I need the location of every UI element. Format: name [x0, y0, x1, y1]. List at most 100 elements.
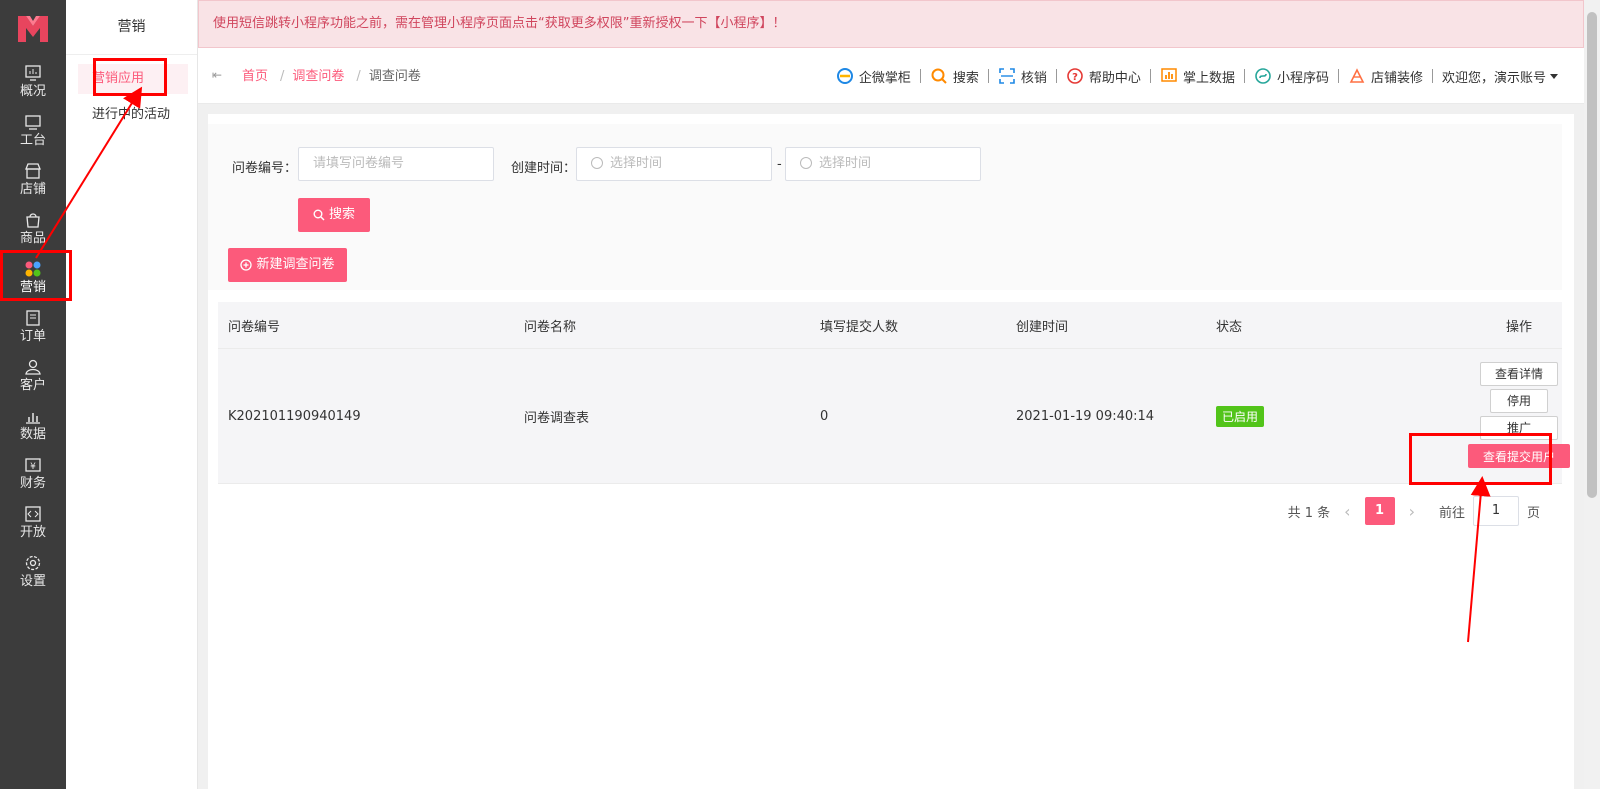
nav-item-finance[interactable]: ¥ 财务: [0, 450, 66, 498]
miniapp-icon: [1255, 68, 1271, 84]
disable-button[interactable]: 停用: [1490, 389, 1548, 413]
toolbar-miniapp-code[interactable]: 小程序码: [1254, 67, 1329, 86]
help-icon: ?: [1067, 68, 1083, 84]
created-time-label: 创建时间：: [511, 161, 577, 176]
search-button[interactable]: 搜索: [298, 198, 370, 232]
toolbar-verify[interactable]: 核销: [998, 67, 1047, 86]
annotation-box-view-submitters: [1409, 433, 1552, 485]
nav-item-workbench[interactable]: 工台: [0, 107, 66, 155]
nav-label: 设置: [19, 574, 46, 589]
toolbar: 企微掌柜 搜索 核销 ? 帮助中心 掌上数据 小程序码 店铺装修 欢迎您，演示账…: [836, 66, 1558, 86]
start-time-picker[interactable]: 选择时间: [576, 147, 772, 181]
start-time-placeholder: 选择时间: [610, 156, 663, 171]
col-header-id: 问卷编号: [228, 319, 281, 335]
new-survey-button[interactable]: 新建调查问卷: [228, 248, 347, 282]
col-header-count: 填写提交人数: [820, 319, 899, 335]
collapse-menu-icon[interactable]: ⇤: [212, 68, 224, 82]
end-time-picker[interactable]: 选择时间: [785, 147, 981, 181]
user-icon: [25, 359, 41, 375]
gear-icon: [25, 555, 41, 571]
prev-page-icon[interactable]: ‹: [1344, 502, 1350, 521]
toolbar-wecom[interactable]: 企微掌柜: [836, 67, 911, 86]
order-icon: [26, 310, 40, 326]
nav-item-data[interactable]: 数据: [0, 401, 66, 449]
breadcrumb-home[interactable]: 首页: [242, 69, 268, 84]
survey-table: 问卷编号 问卷名称 填写提交人数 创建时间 状态 操作 K20210119094…: [218, 302, 1570, 484]
filter-panel: 问卷编号： 请填写问卷编号 创建时间： 选择时间 - 选择时间 搜索 新建调查问…: [208, 124, 1562, 290]
annotation-box-marketing-nav: [0, 250, 72, 301]
page-suffix: 页: [1526, 505, 1540, 521]
cell-status: 已启用: [1216, 405, 1476, 427]
toolbar-help[interactable]: ? 帮助中心: [1066, 67, 1141, 86]
monitor-icon: [25, 115, 41, 130]
nav-label: 开放: [19, 525, 46, 540]
header-bar: ⇤ 首页 / 调查问卷 / 调查问卷 企微掌柜 搜索 核销 ? 帮助中心 掌上数据: [198, 48, 1584, 104]
svg-text:¥: ¥: [30, 462, 36, 472]
toolbar-label: 企微掌柜: [858, 70, 911, 86]
user-greeting: 欢迎您，演示账号: [1441, 70, 1546, 86]
goto-page-input[interactable]: 1: [1472, 496, 1519, 526]
cell-count: 0: [820, 408, 829, 424]
svg-text:?: ?: [1072, 72, 1078, 83]
brush-icon: [1349, 68, 1365, 83]
user-menu[interactable]: 欢迎您，演示账号: [1442, 67, 1558, 86]
submenu-title: 营销: [66, 0, 197, 55]
search-icon: [313, 209, 325, 220]
survey-id-label: 问卷编号：: [232, 161, 298, 176]
annotation-box-marketing-apps: [93, 58, 167, 96]
clock-icon: [591, 156, 603, 169]
goto-label: 前往: [1438, 505, 1465, 521]
nav-item-goods[interactable]: 商品: [0, 205, 66, 253]
toolbar-label: 掌上数据: [1182, 70, 1235, 86]
scan-icon: [999, 68, 1015, 84]
new-survey-button-label: 新建调查问卷: [256, 257, 335, 272]
chart-icon: [26, 413, 40, 424]
nav-item-settings[interactable]: 设置: [0, 548, 66, 596]
nav-item-open[interactable]: 开放: [0, 499, 66, 547]
col-header-created: 创建时间: [1016, 319, 1069, 335]
breadcrumb-current: 调查问卷: [368, 69, 421, 84]
nav-label: 客户: [19, 378, 46, 393]
submenu-item-active-campaigns[interactable]: 进行中的活动: [78, 100, 188, 130]
view-details-button[interactable]: 查看详情: [1480, 362, 1558, 386]
plus-circle-icon: [240, 258, 253, 271]
col-header-name: 问卷名称: [524, 319, 577, 335]
dashboard-icon: [25, 65, 41, 81]
page-current[interactable]: 1: [1364, 497, 1395, 525]
search-icon: [931, 68, 947, 84]
toolbar-decoration[interactable]: 店铺装修: [1348, 67, 1423, 86]
nav-item-orders[interactable]: 订单: [0, 303, 66, 351]
survey-id-input[interactable]: 请填写问卷编号: [298, 147, 494, 181]
vertical-scrollbar[interactable]: [1584, 0, 1600, 789]
nav-item-overview[interactable]: 概况: [0, 58, 66, 106]
nav-item-customers[interactable]: 客户: [0, 352, 66, 400]
nav-label: 数据: [19, 427, 46, 442]
total-count: 共 1 条: [1287, 505, 1331, 521]
code-icon: [25, 506, 41, 522]
col-header-status: 状态: [1216, 319, 1243, 335]
table-row: K202101190940149 问卷调查表 0 2021-01-19 09:4…: [218, 348, 1570, 484]
table-header: 问卷编号 问卷名称 填写提交人数 创建时间 状态 操作: [218, 302, 1562, 348]
nav-label: 商品: [19, 231, 46, 246]
date-range-separator: -: [777, 157, 782, 172]
breadcrumb-survey[interactable]: 调查问卷: [292, 69, 344, 84]
toolbar-label: 小程序码: [1276, 70, 1329, 86]
toolbar-label: 帮助中心: [1088, 70, 1141, 86]
brand-logo[interactable]: [16, 12, 50, 46]
left-nav: 概况 工台 店铺 商品 营销 订单 客户 数据 ¥ 财务 开放 设置: [0, 0, 66, 789]
col-header-actions: 操作: [1505, 319, 1532, 335]
bar-chart-icon: [1161, 68, 1177, 82]
survey-id-placeholder: 请填写问卷编号: [313, 156, 405, 171]
nav-item-store[interactable]: 店铺: [0, 156, 66, 204]
notice-bar: 使用短信跳转小程序功能之前，需在管理小程序页面点击“获取更多权限”重新授权一下【…: [198, 0, 1584, 48]
cell-id: K202101190940149: [228, 408, 361, 424]
content-panel: 问卷编号： 请填写问卷编号 创建时间： 选择时间 - 选择时间 搜索 新建调查问…: [208, 114, 1574, 789]
nav-label: 概况: [19, 84, 46, 99]
scrollbar-thumb[interactable]: [1587, 12, 1597, 498]
toolbar-label: 核销: [1020, 70, 1047, 86]
toolbar-mobile-data[interactable]: 掌上数据: [1160, 67, 1235, 86]
finance-icon: ¥: [25, 458, 41, 472]
toolbar-search[interactable]: 搜索: [930, 67, 979, 86]
next-page-icon[interactable]: ›: [1409, 502, 1415, 521]
toolbar-label: 搜索: [952, 70, 979, 86]
